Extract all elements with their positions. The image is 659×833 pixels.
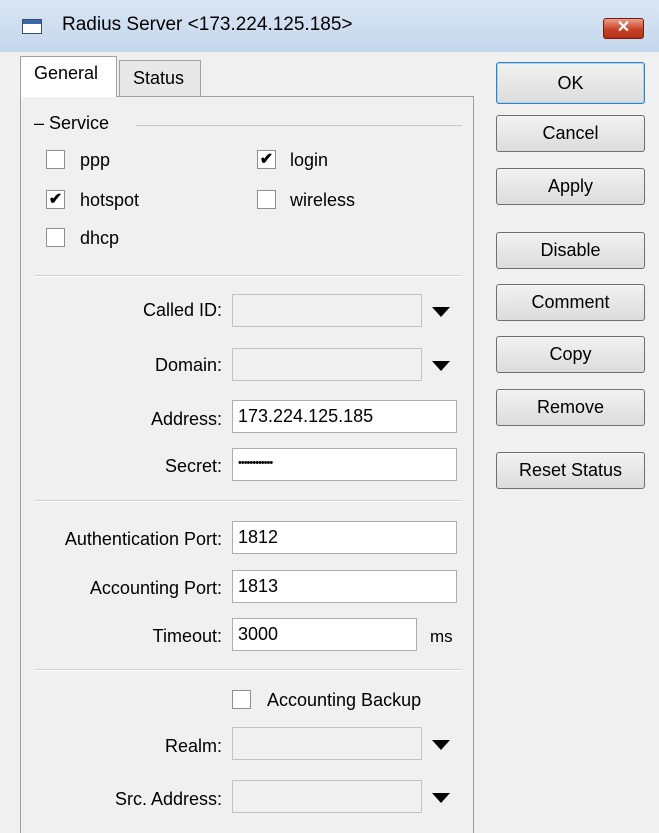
separator [35,275,462,277]
hotspot-checkbox[interactable]: ✔ [46,190,65,209]
address-input[interactable]: 173.224.125.185 [232,400,457,433]
comment-button[interactable]: Comment [496,284,645,321]
hotspot-label: hotspot [80,190,140,210]
called-id-input[interactable] [232,294,422,327]
login-checkbox[interactable]: ✔ [257,150,276,169]
window-title: Radius Server <173.224.125.185> [62,14,353,35]
secret-label: Secret: [164,456,222,476]
service-legend: – Service [34,113,110,133]
src-address-dropdown-icon[interactable] [432,793,450,803]
tab-status[interactable]: Status [119,60,201,97]
disable-button[interactable]: Disable [496,232,645,269]
dhcp-label: dhcp [80,228,120,248]
tab-general[interactable]: General [20,56,117,97]
realm-label: Realm: [164,736,222,756]
service-group-line [136,125,462,126]
accounting-backup-label: Accounting Backup [267,690,422,710]
realm-dropdown-icon[interactable] [432,740,450,750]
wireless-label: wireless [290,190,356,210]
window-icon [22,19,42,34]
timeout-input[interactable]: 3000 [232,618,417,651]
ppp-label: ppp [80,150,111,170]
domain-dropdown-icon[interactable] [432,361,450,371]
src-address-input[interactable] [232,780,422,813]
remove-button[interactable]: Remove [496,389,645,426]
called-id-label: Called ID: [142,300,222,320]
authentication-port-input[interactable]: 1812 [232,521,457,554]
ppp-checkbox[interactable] [46,150,65,169]
title-bar: Radius Server <173.224.125.185> ✕ [0,0,659,52]
domain-input[interactable] [232,348,422,381]
reset-status-button[interactable]: Reset Status [496,452,645,489]
address-label: Address: [150,409,222,429]
domain-label: Domain: [154,355,222,375]
dhcp-checkbox[interactable] [46,228,65,247]
timeout-unit: ms [430,627,453,646]
login-label: login [290,150,329,170]
cancel-button[interactable]: Cancel [496,115,645,152]
service-legend-label: Service [49,113,110,133]
apply-button[interactable]: Apply [496,168,645,205]
called-id-dropdown-icon[interactable] [432,307,450,317]
ok-button[interactable]: OK [496,62,645,104]
secret-input[interactable]: •••••••••••• [232,448,457,481]
separator [35,500,462,502]
radius-server-window: Radius Server <173.224.125.185> ✕ Genera… [0,0,659,833]
close-button[interactable]: ✕ [603,18,644,39]
realm-input[interactable] [232,727,422,760]
wireless-checkbox[interactable] [257,190,276,209]
separator [35,669,462,671]
authentication-port-label: Authentication Port: [64,529,222,549]
accounting-port-input[interactable]: 1813 [232,570,457,603]
accounting-backup-checkbox[interactable] [232,690,251,709]
copy-button[interactable]: Copy [496,336,645,373]
src-address-label: Src. Address: [114,789,222,809]
timeout-label: Timeout: [152,626,222,646]
accounting-port-label: Accounting Port: [89,578,222,598]
